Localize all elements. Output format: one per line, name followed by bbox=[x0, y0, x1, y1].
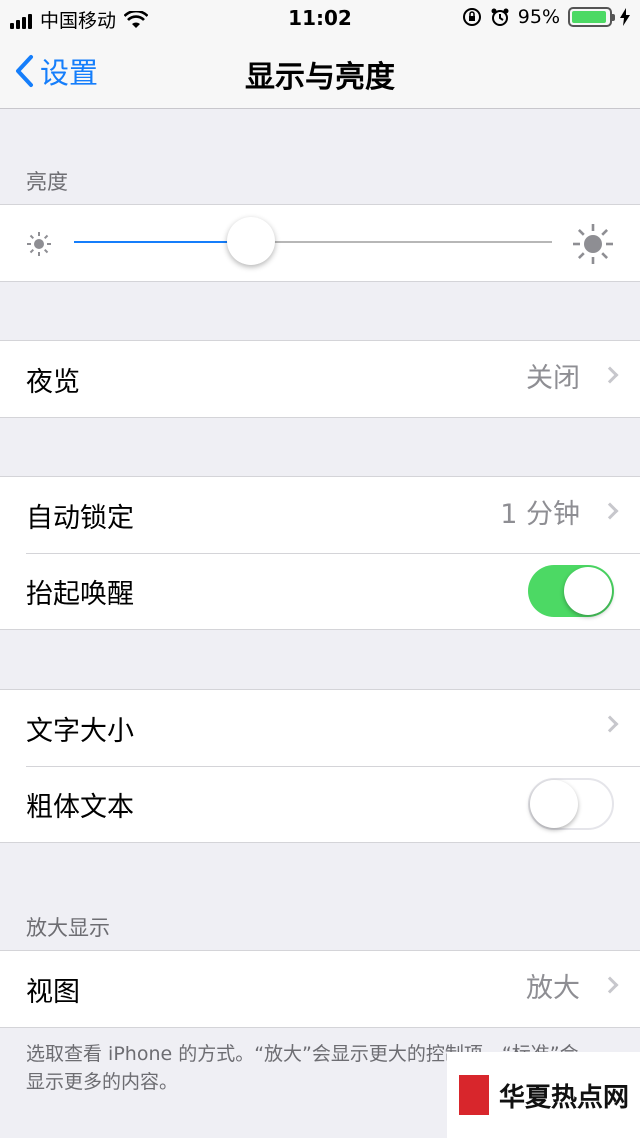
status-bar: 中国移动 11:02 95% bbox=[0, 0, 640, 36]
zoom-view-value: 放大 bbox=[526, 973, 580, 1004]
status-right: 95% bbox=[462, 6, 630, 28]
slider-thumb[interactable] bbox=[226, 217, 275, 265]
charging-bolt-icon bbox=[620, 8, 630, 26]
zoom-header: 放大显示 bbox=[26, 916, 110, 940]
toggle-knob bbox=[564, 567, 612, 615]
chevron-right-icon bbox=[601, 502, 619, 520]
bold-text-label: 粗体文本 bbox=[26, 791, 134, 823]
lock-group: 自动锁定 1 分钟 抬起唤醒 bbox=[0, 476, 640, 630]
battery-fill bbox=[572, 11, 607, 23]
night-shift-row[interactable]: 夜览 关闭 bbox=[0, 341, 640, 417]
watermark-logo-icon bbox=[459, 1075, 489, 1115]
night-shift-label: 夜览 bbox=[26, 366, 80, 398]
text-size-label: 文字大小 bbox=[26, 715, 134, 747]
sun-large-icon bbox=[573, 224, 613, 264]
bold-text-toggle[interactable] bbox=[528, 778, 614, 830]
zoom-view-label: 视图 bbox=[26, 976, 80, 1008]
raise-to-wake-toggle[interactable] bbox=[528, 565, 614, 617]
auto-lock-value: 1 分钟 bbox=[500, 499, 580, 530]
page-title: 显示与亮度 bbox=[245, 60, 395, 95]
brightness-slider[interactable] bbox=[0, 205, 640, 281]
auto-lock-label: 自动锁定 bbox=[26, 502, 134, 534]
text-group: 文字大小 粗体文本 bbox=[0, 689, 640, 843]
text-size-row[interactable]: 文字大小 bbox=[0, 690, 640, 766]
navigation-bar: 设置 显示与亮度 bbox=[0, 36, 640, 109]
zoom-view-row[interactable]: 视图 放大 bbox=[0, 951, 640, 1027]
chevron-right-icon bbox=[601, 715, 619, 733]
toggle-knob bbox=[530, 780, 578, 828]
brightness-header: 亮度 bbox=[26, 170, 68, 194]
sun-small-icon bbox=[27, 232, 51, 256]
chevron-right-icon bbox=[601, 366, 619, 384]
night-shift-value: 关闭 bbox=[526, 363, 580, 394]
slider-fill bbox=[74, 241, 251, 243]
battery-percent: 95% bbox=[517, 6, 560, 28]
raise-to-wake-row: 抬起唤醒 bbox=[0, 553, 640, 629]
night-shift-group: 夜览 关闭 bbox=[0, 340, 640, 418]
battery-icon bbox=[568, 7, 615, 27]
zoom-group: 视图 放大 bbox=[0, 950, 640, 1028]
orientation-lock-icon bbox=[462, 8, 481, 26]
watermark-text: 华夏热点网 bbox=[499, 1082, 630, 1113]
watermark: 华夏热点网 bbox=[447, 1052, 640, 1138]
auto-lock-row[interactable]: 自动锁定 1 分钟 bbox=[0, 477, 640, 553]
slider-track[interactable] bbox=[74, 241, 552, 243]
brightness-group bbox=[0, 204, 640, 282]
chevron-right-icon bbox=[601, 976, 619, 994]
bold-text-row: 粗体文本 bbox=[0, 766, 640, 842]
raise-to-wake-label: 抬起唤醒 bbox=[26, 578, 134, 610]
alarm-icon bbox=[491, 8, 509, 26]
